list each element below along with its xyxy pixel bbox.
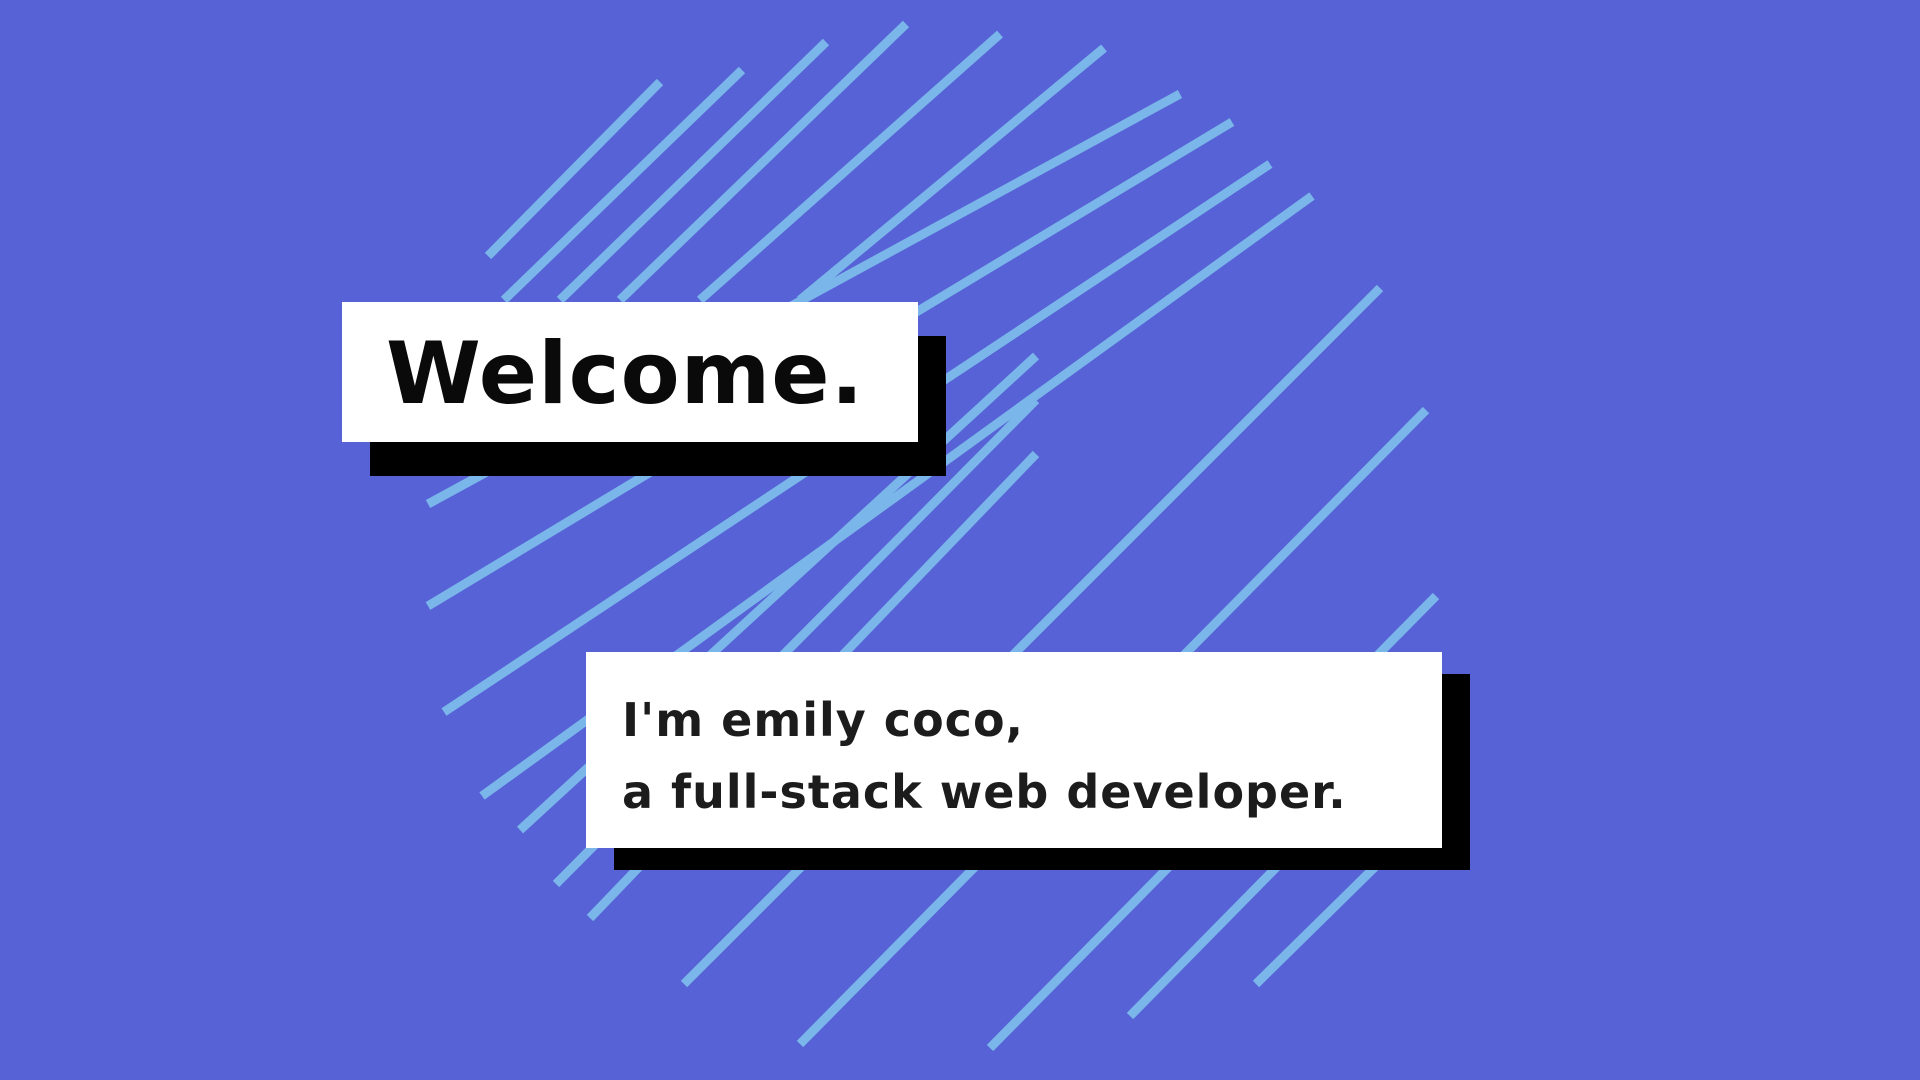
stripe-line — [556, 38, 830, 304]
intro-card: I'm emily coco, a full-stack web develop… — [586, 652, 1470, 870]
welcome-card-panel: Welcome. — [342, 302, 918, 442]
intro-line-name: I'm emily coco, — [622, 693, 1025, 747]
stripe-line — [616, 20, 910, 304]
hero-section: Welcome. I'm emily coco, a full-stack we… — [0, 0, 1920, 1080]
welcome-heading: Welcome. — [386, 324, 865, 424]
decorative-stripes — [425, 20, 1440, 1052]
intro-text: I'm emily coco, a full-stack web develop… — [622, 684, 1347, 828]
welcome-card: Welcome. — [342, 302, 946, 476]
intro-line-role: a full-stack web developer. — [622, 765, 1347, 819]
stripe-line — [1252, 858, 1384, 988]
stripe-line — [500, 66, 746, 304]
intro-card-panel: I'm emily coco, a full-stack web develop… — [586, 652, 1442, 848]
